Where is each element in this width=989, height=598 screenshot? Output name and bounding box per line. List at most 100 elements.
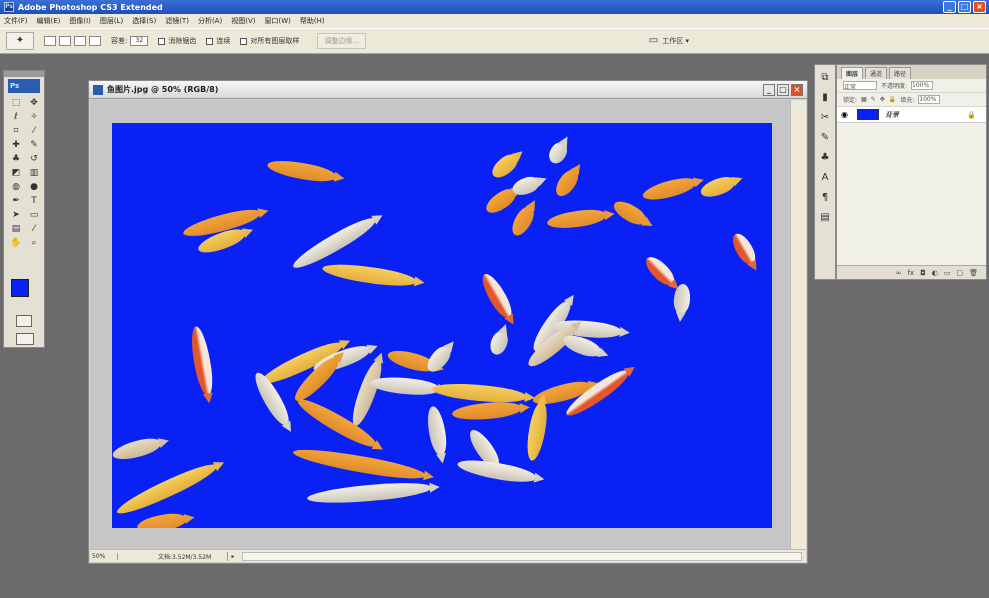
vertical-scrollbar[interactable] — [790, 100, 806, 550]
koi-fish — [508, 203, 538, 239]
blur-tool-icon[interactable]: ◍ — [8, 181, 24, 194]
new-group-icon[interactable]: ▭ — [944, 269, 951, 277]
add-selection-icon[interactable] — [59, 36, 71, 46]
koi-fish — [188, 325, 216, 397]
adjustment-layer-icon[interactable]: ◐ — [932, 269, 938, 277]
koi-fish — [135, 510, 189, 528]
lock-pixels-icon[interactable]: ✎ — [871, 96, 876, 103]
brushes-panel-icon[interactable]: ✎ — [818, 131, 832, 145]
clone-stamp-icon[interactable]: ♣ — [8, 153, 24, 166]
opacity-input[interactable]: 100% — [911, 81, 934, 90]
menu-select[interactable]: 选择(S) — [132, 16, 156, 26]
layer-comps-panel-icon[interactable]: ▤ — [818, 211, 832, 225]
layer-mask-icon[interactable]: ◘ — [920, 269, 926, 277]
gradient-tool-icon[interactable]: ▥ — [26, 167, 42, 180]
menu-filter[interactable]: 滤镜(T) — [165, 16, 189, 26]
clone-source-panel-icon[interactable]: ♣ — [818, 151, 832, 165]
brush-tool-icon[interactable]: ✎ — [26, 139, 42, 152]
layer-name[interactable]: 背景 — [885, 110, 899, 120]
paragraph-panel-icon[interactable]: ¶ — [818, 191, 832, 205]
histogram-panel-icon[interactable]: ▮ — [818, 91, 832, 105]
lock-transparency-icon[interactable]: ▦ — [861, 96, 867, 103]
tab-channels[interactable]: 通道 — [865, 67, 888, 79]
toolbox-header[interactable] — [4, 71, 44, 77]
contiguous-checkbox[interactable] — [206, 37, 214, 45]
path-select-icon[interactable]: ➤ — [8, 209, 24, 222]
notes-tool-icon[interactable]: ▤ — [8, 223, 24, 236]
tools-presets-panel-icon[interactable]: ✂ — [818, 111, 832, 125]
healing-brush-icon[interactable]: ✚ — [8, 139, 24, 152]
menu-help[interactable]: 帮助(H) — [300, 16, 325, 26]
tab-paths[interactable]: 路径 — [889, 67, 912, 79]
slice-tool-icon[interactable]: ⁄ — [26, 125, 42, 138]
doc-maximize-button[interactable]: □ — [777, 84, 789, 96]
lock-position-icon[interactable]: ✥ — [880, 96, 885, 103]
image-canvas[interactable] — [112, 123, 772, 528]
intersect-selection-icon[interactable] — [89, 36, 101, 46]
menu-file[interactable]: 文件(F) — [4, 16, 28, 26]
layer-style-icon[interactable]: fx — [908, 269, 915, 277]
shape-tool-icon[interactable]: ▭ — [26, 209, 42, 222]
fill-input[interactable]: 100% — [918, 95, 941, 104]
new-layer-icon[interactable]: ▢ — [956, 269, 963, 277]
hand-tool-icon[interactable]: ✋ — [8, 237, 24, 250]
all-layers-checkbox[interactable] — [240, 37, 248, 45]
type-tool-icon[interactable]: T — [26, 195, 42, 208]
document-window: 鱼图片.jpg @ 50% (RGB/8) _ □ × 50% 文档:3.52M… — [88, 80, 808, 564]
tab-layers[interactable]: 图层 — [841, 67, 864, 79]
tolerance-input[interactable]: 32 — [130, 36, 149, 46]
maximize-button[interactable]: □ — [958, 1, 971, 13]
screen-mode-button[interactable] — [16, 333, 34, 345]
doc-close-button[interactable]: × — [791, 84, 803, 96]
minimize-button[interactable]: _ — [943, 1, 956, 13]
toolbox: Ps ⬚ ✥ ℓ ✧ ⌗ ⁄ ✚ ✎ ♣ ↺ ◩ ▥ ◍ ● ✒ T ➤ ▭ ▤… — [3, 70, 45, 348]
antialias-checkbox[interactable] — [158, 37, 166, 45]
move-tool-icon[interactable]: ✥ — [26, 97, 42, 110]
lasso-tool-icon[interactable]: ℓ — [8, 111, 24, 124]
menu-layer[interactable]: 图层(L) — [100, 16, 123, 26]
status-menu-arrow-icon[interactable]: ▸ — [228, 553, 238, 560]
document-titlebar[interactable]: 鱼图片.jpg @ 50% (RGB/8) _ □ × — [89, 81, 807, 99]
palette-well-icon[interactable]: ▭ — [649, 35, 658, 46]
eraser-tool-icon[interactable]: ◩ — [8, 167, 24, 180]
document-info[interactable]: 文档:3.52M/3.52M — [118, 551, 228, 561]
crop-tool-icon[interactable]: ⌗ — [8, 125, 24, 138]
menu-window[interactable]: 窗口(W) — [264, 16, 290, 26]
koi-fish — [112, 434, 164, 464]
horizontal-scrollbar[interactable] — [242, 551, 802, 561]
pen-tool-icon[interactable]: ✒ — [8, 195, 24, 208]
lock-all-icon[interactable]: 🔒 — [889, 96, 896, 103]
visibility-eye-icon[interactable]: ◉ — [841, 110, 851, 119]
new-selection-icon[interactable] — [44, 36, 56, 46]
navigator-panel-icon[interactable]: ⧉ — [818, 71, 832, 85]
foreground-color-swatch[interactable] — [11, 279, 29, 297]
koi-fish — [488, 150, 522, 182]
workspace-menu[interactable]: 工作区 ▾ — [662, 36, 689, 46]
doc-minimize-button[interactable]: _ — [763, 84, 775, 96]
menu-analysis[interactable]: 分析(A) — [198, 16, 222, 26]
selection-mode-group — [44, 36, 101, 46]
delete-layer-icon[interactable]: 🗑 — [969, 269, 978, 277]
history-brush-icon[interactable]: ↺ — [26, 153, 42, 166]
character-panel-icon[interactable]: A — [818, 171, 832, 185]
koi-fish — [369, 374, 441, 398]
magic-wand-tool-icon[interactable]: ✧ — [26, 111, 42, 124]
koi-fish — [728, 230, 760, 268]
menu-image[interactable]: 图像(I) — [69, 16, 91, 26]
layer-row-background[interactable]: ◉ 背景 🔒 — [837, 107, 986, 123]
blend-mode-select[interactable]: 正常 — [843, 81, 877, 91]
close-button[interactable]: × — [973, 1, 986, 13]
subtract-selection-icon[interactable] — [74, 36, 86, 46]
eyedropper-tool-icon[interactable]: ⁄ — [26, 223, 42, 236]
magic-wand-icon[interactable]: ✦ — [6, 32, 34, 50]
zoom-level[interactable]: 50% — [90, 552, 118, 560]
marquee-tool-icon[interactable]: ⬚ — [8, 97, 24, 110]
refine-edge-button[interactable]: 调整边缘... — [317, 33, 367, 49]
link-layers-icon[interactable]: ∞ — [896, 269, 902, 277]
quick-mask-button[interactable] — [16, 315, 32, 327]
menu-view[interactable]: 视图(V) — [231, 16, 255, 26]
dodge-tool-icon[interactable]: ● — [26, 181, 42, 194]
menu-edit[interactable]: 编辑(E) — [37, 16, 61, 26]
zoom-tool-icon[interactable]: ⌕ — [26, 237, 42, 250]
lock-fill-row: 锁定: ▦ ✎ ✥ 🔒 填充: 100% — [837, 93, 986, 107]
